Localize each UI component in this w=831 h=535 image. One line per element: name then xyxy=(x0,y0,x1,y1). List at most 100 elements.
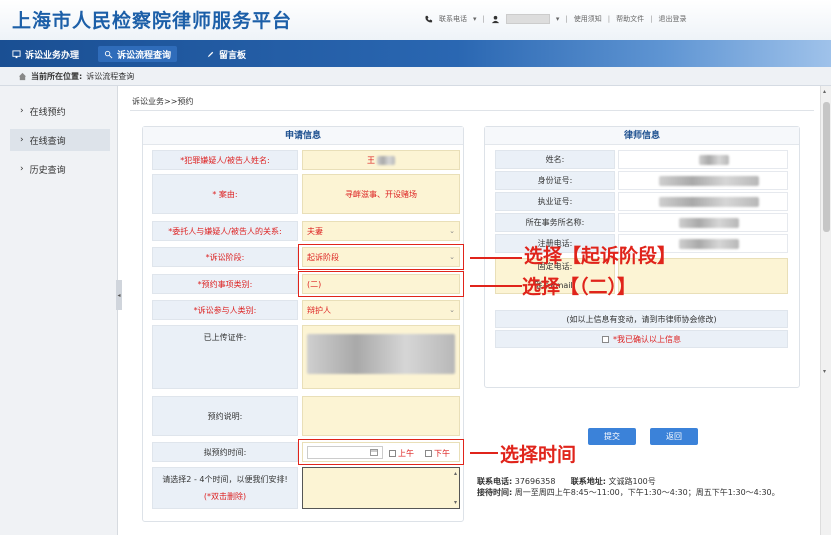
chevron-down-icon: ⌄ xyxy=(449,227,455,235)
chevron-down-icon: ⌄ xyxy=(449,306,455,314)
sidebar-item-query[interactable]: › 在线查询 xyxy=(10,129,110,151)
divider xyxy=(130,110,814,111)
case-label-text: * 案由: xyxy=(212,189,238,199)
phone-label: 联系电话: xyxy=(477,477,513,486)
site-title: 上海市人民检察院律师服务平台 xyxy=(12,10,293,32)
scroll-down-icon[interactable]: ▾ xyxy=(823,368,826,375)
lawyer-panel-title: 律师信息 xyxy=(485,127,799,145)
stage-label: *诉讼阶段: xyxy=(152,247,298,267)
redacted-text xyxy=(659,176,759,186)
scroll-up-icon[interactable]: ▴ xyxy=(454,470,457,477)
nav-item-business[interactable]: 诉讼业务办理 xyxy=(6,46,85,62)
phone-icon xyxy=(425,15,433,22)
case-label: * 案由: xyxy=(152,174,298,214)
participant-label-text: *诉讼参与人类别: xyxy=(193,305,257,315)
monitor-icon xyxy=(12,49,21,58)
participant-value: 辩护人 xyxy=(307,305,331,315)
note-textarea[interactable] xyxy=(302,396,460,436)
hint-label: 请选择2 - 4个时间，以便我们安排! (*双击删除) xyxy=(152,467,298,509)
annotation-time: 选择时间 xyxy=(500,444,577,466)
relation-label: *委托人与嫌疑人/被告人的关系: xyxy=(152,221,298,241)
confirm-label: *我已确认以上信息 xyxy=(613,334,681,344)
top-links: 联系电话 ▾ | ▾ | 使用须知 | 帮助文件 | 退出登录 xyxy=(424,14,686,24)
note-label-text: 预约说明: xyxy=(207,411,243,421)
redacted-text xyxy=(679,218,739,228)
user-dropdown[interactable] xyxy=(505,14,550,24)
main-nav: 诉讼业务办理 诉讼流程查询 留言板 xyxy=(0,40,831,67)
redacted-text xyxy=(659,197,759,207)
stage-label-text: *诉讼阶段: xyxy=(205,252,245,262)
participant-label: *诉讼参与人类别: xyxy=(152,300,298,320)
scroll-down-icon[interactable]: ▾ xyxy=(454,499,457,506)
time-label-text: 拟预约时间: xyxy=(203,447,247,457)
lawyer-name-value xyxy=(618,150,788,169)
sidebar-item-history[interactable]: › 历史查询 xyxy=(10,158,110,180)
suspect-input[interactable]: 王 xyxy=(302,150,460,170)
home-icon xyxy=(18,72,27,80)
submit-button[interactable]: 提交 xyxy=(588,428,636,445)
back-button[interactable]: 返回 xyxy=(650,428,698,445)
hours-label: 接待时间: xyxy=(477,488,513,497)
highlight-box xyxy=(298,244,464,270)
lawyer-field-label: 姓名: xyxy=(495,150,615,169)
sidebar-item-label: 在线预约 xyxy=(29,107,66,118)
lawyer-field-label: 执业证号: xyxy=(495,192,615,211)
nav-item-process[interactable]: 诉讼流程查询 xyxy=(98,46,178,62)
top-header: 上海市人民检察院律师服务平台 联系电话 ▾ | ▾ | 使用须知 | 帮助文件 … xyxy=(0,0,831,40)
usage-link[interactable]: 使用须知 xyxy=(574,14,602,24)
suspect-label: *犯罪嫌疑人/被告人姓名: xyxy=(152,150,298,170)
chevron-down-icon: ▾ xyxy=(473,15,477,23)
location-bar: 当前所在位置: 诉讼流程查询 xyxy=(0,67,831,86)
case-input[interactable]: 寻衅滋事、开设赌场 xyxy=(302,174,460,214)
contact-hours-line: 接待时间: 周一至周四上午8:45～11:00，下午1:30～4:30；周五下午… xyxy=(477,487,797,498)
search-list-icon xyxy=(104,50,113,58)
scroll-up-icon[interactable]: ▴ xyxy=(823,88,826,95)
selected-times-list[interactable]: ▴ ▾ xyxy=(302,467,460,509)
nav-item-message[interactable]: 留言板 xyxy=(200,46,252,62)
type-label-text: *预约事项类别: xyxy=(197,279,253,289)
hours-value: 周一至周四上午8:45～11:00，下午1:30～4:30；周五下午1:30～4… xyxy=(514,488,780,497)
logout-link[interactable]: 退出登录 xyxy=(658,14,686,24)
sidebar-item-label: 在线查询 xyxy=(29,136,66,147)
user-icon xyxy=(491,15,499,23)
divider: | xyxy=(482,15,485,23)
upload-label: 已上传证件: xyxy=(152,325,298,389)
contact-phone-line: 联系电话: 37696358 联系地址: 文诚路100号 xyxy=(477,476,797,487)
annotation-type: 选择【（二）】 xyxy=(522,276,637,298)
highlight-box xyxy=(298,439,464,465)
participant-select[interactable]: 辩护人 ⌄ xyxy=(302,300,460,320)
case-value: 寻衅滋事、开设赌场 xyxy=(345,189,417,199)
address-value: 文诚路100号 xyxy=(608,477,656,486)
note-label: 预约说明: xyxy=(152,396,298,436)
time-label: 拟预约时间: xyxy=(152,442,298,462)
chevron-down-icon: ▾ xyxy=(555,15,560,23)
nav-item-label: 诉讼业务办理 xyxy=(25,50,80,61)
annotation-arrow xyxy=(470,285,522,287)
divider: | xyxy=(565,15,568,23)
redacted-text xyxy=(699,155,729,165)
uploaded-document-image[interactable] xyxy=(307,334,455,374)
phone-value: 37696358 xyxy=(514,477,556,486)
chevron-right-icon: › xyxy=(20,164,24,174)
redacted-text xyxy=(679,239,739,249)
relation-label-text: *委托人与嫌疑人/被告人的关系: xyxy=(168,226,282,236)
lawyer-firm-value xyxy=(618,213,788,232)
scrollbar-thumb[interactable] xyxy=(823,102,830,232)
location-label: 当前所在位置: xyxy=(31,71,83,81)
chevron-right-icon: › xyxy=(20,106,24,116)
annotation-arrow xyxy=(470,257,522,259)
page-scrollbar[interactable]: ▴ ▾ xyxy=(820,86,831,535)
contact-dropdown[interactable]: 联系电话 xyxy=(439,14,467,24)
relation-select[interactable]: 夫妻 ⌄ xyxy=(302,221,460,241)
breadcrumb: 诉讼业务>>预约 xyxy=(132,97,194,106)
contact-info: 联系电话: 37696358 联系地址: 文诚路100号 接待时间: 周一至周四… xyxy=(477,476,797,498)
upload-area[interactable] xyxy=(302,325,460,389)
divider: | xyxy=(607,15,611,23)
change-note: (如以上信息有变动，请到市律师协会修改) xyxy=(495,310,788,328)
sidebar: › 在线预约 › 在线查询 › 历史查询 xyxy=(0,86,118,535)
confirm-checkbox[interactable] xyxy=(602,335,609,343)
help-link[interactable]: 帮助文件 xyxy=(616,14,644,24)
lawyer-field-label: 所在事务所名称: xyxy=(495,213,615,232)
sidebar-item-appointment[interactable]: › 在线预约 xyxy=(10,100,110,122)
hint-delete-text: (*双击删除) xyxy=(203,492,247,501)
